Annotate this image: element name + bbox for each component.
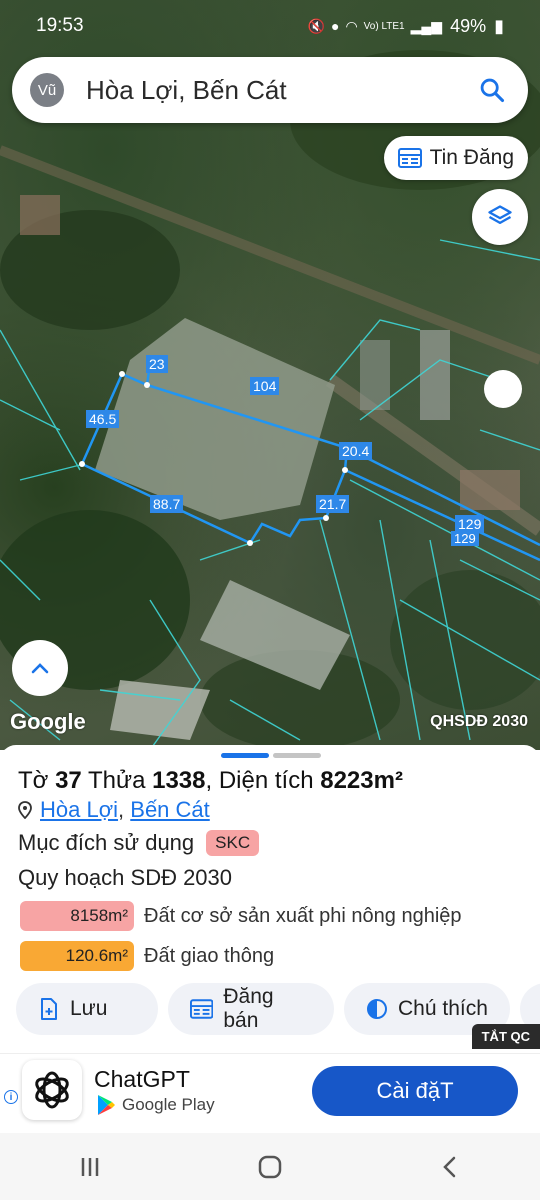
recent-apps-button[interactable] [60,1142,120,1192]
legend-desc: Đất cơ sở sản xuất phi nông nghiệp [144,904,462,927]
parcel-location: Hòa Lợi, Bến Cát [18,797,210,823]
system-nav-bar [0,1133,540,1200]
district-link[interactable]: Bến Cát [130,797,210,822]
status-bar: 19:53 🔇 ● ◠ Vo) LTE1 ▂▄▆ 49% ▮ [0,0,540,52]
ad-app-name: ChatGPT [94,1066,190,1092]
back-icon [443,1156,456,1177]
tin-dang-button[interactable]: Tin Đăng [383,136,528,180]
location-icon: ● [330,18,340,34]
land-purpose: Mục đích sử dụng SKC [18,830,260,856]
tin-dang-label: Tin Đăng [429,146,514,169]
signal-icon: ▂▄▆ [410,17,443,34]
search-input[interactable]: Hòa Lợi, Bến Cát [86,75,474,106]
pin-icon [18,801,32,819]
layers-icon [488,205,512,224]
ward-link[interactable]: Hòa Lợi [40,797,118,822]
calendar-icon [190,999,214,1019]
layer-label: QHSDĐ 2030 [430,713,528,730]
layers-button[interactable] [472,189,528,245]
legend-desc: Đất giao thông [144,944,275,967]
network-label: Vo) LTE1 [363,20,405,32]
area-chip: 8158m² [20,901,134,931]
ad-store: Google Play [96,1094,215,1116]
parcel-title: Tờ 37 Thửa 1338, Diện tích 8223m² [18,767,403,794]
recents-icon [81,1157,99,1176]
avatar[interactable]: Vũ [30,73,64,107]
status-time: 19:53 [36,15,84,36]
ad-banner[interactable]: i ChatGPT Google Play Cài đặT [0,1053,540,1133]
listing-icon [397,148,422,168]
post-sale-button[interactable]: Đăng bán [168,983,334,1035]
sheet-handle[interactable] [221,753,321,758]
legend-row: 120.6m² Đất giao thông [20,941,274,971]
area-chip: 120.6m² [20,941,134,971]
edge-label: 23 [146,355,168,374]
save-button[interactable]: Lưu [16,983,158,1035]
contrast-icon [367,999,387,1019]
purpose-badge: SKC [206,830,260,856]
close-ad-button[interactable]: TẮT QC [471,1024,540,1049]
edge-label: 129 [451,530,479,548]
wifi-icon: ◠ [345,17,358,34]
edge-label: 104 [250,377,280,396]
install-button[interactable]: Cài đặT [312,1066,518,1116]
action-chips: Lưu Đăng bán Chú thích [16,983,540,1035]
back-button[interactable] [420,1142,480,1192]
chatgpt-logo-icon [22,1060,82,1120]
search-icon[interactable] [474,72,510,108]
add-file-icon [41,998,57,1020]
chevron-up-icon [31,663,49,674]
edge-label: 21.7 [316,495,350,514]
map-location-button[interactable] [484,370,522,408]
ad-info-icon[interactable]: i [4,1090,18,1104]
legend-row: 8158m² Đất cơ sở sản xuất phi nông nghiệ… [20,901,462,931]
edge-label: 88.7 [150,495,184,514]
expand-up-button[interactable] [12,640,68,696]
home-icon [258,1155,282,1178]
mute-icon: 🔇 [307,17,325,34]
edge-label: 20.4 [339,442,373,461]
battery-percent: 49% [450,15,487,36]
google-attribution: Google [10,709,86,734]
edge-label: 46.5 [86,410,120,429]
battery-icon: ▮ [494,15,504,36]
home-button[interactable] [240,1142,300,1192]
plan-label: Quy hoạch SDĐ 2030 [18,865,233,890]
google-play-icon [98,1095,115,1115]
search-bar[interactable]: Vũ Hòa Lợi, Bến Cát [12,57,528,123]
parcel-info-sheet: Tờ 37 Thửa 1338, Diện tích 8223m² Hòa Lợ… [0,745,540,1053]
